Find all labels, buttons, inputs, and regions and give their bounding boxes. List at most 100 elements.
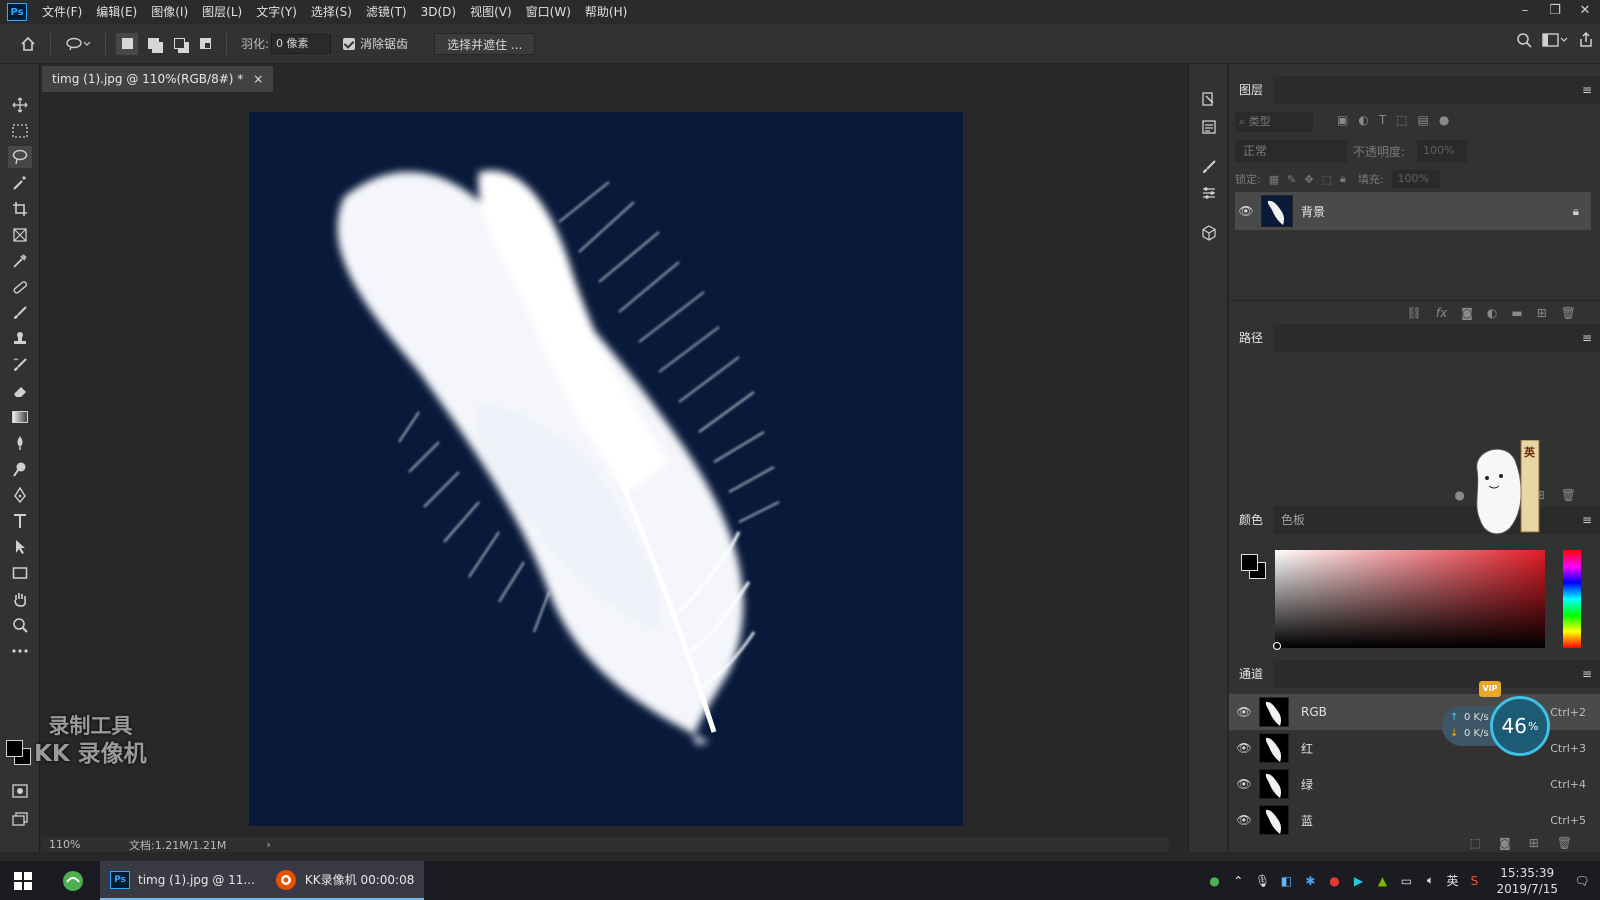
pen-tool-icon[interactable] [8,484,32,506]
tab-channels[interactable]: 通道 [1229,660,1274,688]
lasso-tool-icon[interactable] [8,146,32,168]
subtract-from-selection-button[interactable] [168,33,190,55]
brush-tool-icon[interactable] [8,302,32,324]
screen-mode-icon[interactable] [8,808,32,830]
hue-slider[interactable] [1563,550,1581,648]
foreground-color-swatch[interactable] [6,740,23,757]
visibility-eye-icon[interactable]: 👁︎ [1229,777,1259,791]
tray-volume-icon[interactable]: 🔈︎ [1422,873,1438,889]
tray-app-icon[interactable]: ● [1206,873,1222,889]
lock-all-icon[interactable]: 🔒︎ [1340,172,1346,186]
hand-tool-icon[interactable] [8,588,32,610]
channel-row[interactable]: 👁︎ 绿 Ctrl+4 [1229,766,1600,802]
close-button[interactable]: ✕ [1570,0,1600,24]
menu-item-7[interactable]: 3D(D) [414,0,463,24]
mascot-widget[interactable]: 英 [1465,439,1545,540]
menu-item-5[interactable]: 选择(S) [304,0,359,24]
tab-swatches[interactable]: 色板 [1271,506,1315,534]
fill-input[interactable]: 100% [1391,170,1440,188]
load-channel-selection-icon[interactable]: ⬚ [1470,836,1481,850]
move-tool-icon[interactable] [8,94,32,116]
color-picker-field[interactable] [1275,550,1545,648]
layer-style-icon[interactable]: fx [1436,306,1447,320]
add-mask-icon[interactable]: ◙ [1461,306,1473,320]
eyedropper-tool-icon[interactable] [8,250,32,272]
new-group-icon[interactable]: ▬ [1511,306,1522,320]
shape-filter-icon[interactable]: ⬚ [1396,113,1407,127]
tray-microphone-icon[interactable]: 🎙︎ [1254,873,1270,889]
channel-row[interactable]: 👁︎ 蓝 Ctrl+5 [1229,802,1600,838]
taskbar-360-icon[interactable] [46,861,100,900]
menu-item-3[interactable]: 图层(L) [195,0,249,24]
minimize-button[interactable]: – [1510,0,1540,24]
menu-item-4[interactable]: 文字(Y) [249,0,304,24]
lock-transparency-icon[interactable]: ▦ [1269,173,1279,186]
tab-paths[interactable]: 路径 [1229,324,1274,352]
menu-item-8[interactable]: 视图(V) [463,0,519,24]
network-speed-widget[interactable]: ↑ 0 K/s ↓ 0 K/s 46% [1442,696,1552,756]
antialias-checkbox[interactable] [343,37,356,50]
layer-row[interactable]: 👁︎ 背景 🔒︎ [1235,192,1591,230]
delete-channel-icon[interactable]: 🗑︎ [1557,836,1572,850]
filter-toggle-icon[interactable]: ● [1439,113,1449,127]
status-menu-arrow[interactable]: › [266,838,270,851]
tray-security-icon[interactable]: ● [1326,873,1342,889]
rectangle-tool-icon[interactable] [8,562,32,584]
menu-item-1[interactable]: 编辑(E) [89,0,144,24]
dodge-tool-icon[interactable] [8,458,32,480]
new-layer-icon[interactable]: ⊞ [1537,306,1547,320]
blend-mode-select[interactable]: 正常 [1235,140,1347,162]
zoom-tool-icon[interactable] [8,614,32,636]
type-tool-icon[interactable] [8,510,32,532]
color-panel-foreground-swatch[interactable] [1241,554,1258,571]
smart-object-filter-icon[interactable]: ▤ [1418,113,1429,127]
frame-tool-icon[interactable] [8,224,32,246]
memory-usage-ring[interactable]: 46% [1490,696,1550,756]
menu-item-9[interactable]: 窗口(W) [519,0,578,24]
foreground-background-colors[interactable] [6,740,34,768]
fill-path-icon[interactable]: ● [1454,488,1464,502]
quick-mask-icon[interactable] [8,780,32,802]
search-icon[interactable] [1516,32,1532,51]
adjustment-filter-icon[interactable]: ◐ [1358,113,1368,127]
add-to-selection-button[interactable] [142,33,164,55]
blur-tool-icon[interactable] [8,432,32,454]
visibility-eye-icon[interactable]: 👁︎ [1229,741,1259,755]
delete-layer-icon[interactable]: 🗑︎ [1561,306,1576,320]
paths-panel-menu-icon[interactable]: ≡ [1582,331,1592,345]
type-filter-icon[interactable]: T [1379,113,1386,127]
taskbar-recorder-window[interactable]: KK录像机 00:00:08 [264,861,425,900]
zoom-level[interactable]: 110% [49,838,109,851]
color-panel-menu-icon[interactable]: ≡ [1582,513,1592,527]
channels-panel-menu-icon[interactable]: ≡ [1582,667,1592,681]
eraser-tool-icon[interactable] [8,380,32,402]
history-brush-tool-icon[interactable] [8,354,32,376]
gradient-tool-icon[interactable] [8,406,32,428]
new-selection-button[interactable] [116,32,138,55]
tray-chevron-up-icon[interactable]: ⌃ [1230,873,1246,889]
adjustments-icon[interactable] [1197,182,1221,204]
layer-filter-input[interactable]: ⌕ 类型 [1235,112,1313,132]
ime-indicator[interactable]: 英 [1446,872,1458,889]
menu-item-0[interactable]: 文件(F) [35,0,89,24]
link-layers-icon[interactable]: ⛓︎ [1407,306,1422,320]
tray-player-icon[interactable]: ▶ [1350,873,1366,889]
select-and-mask-button[interactable]: 选择并遮住 ... [434,32,536,55]
crop-tool-icon[interactable] [8,198,32,220]
visibility-eye-icon[interactable]: 👁︎ [1235,204,1257,218]
color-picker-cursor[interactable] [1273,642,1281,650]
restore-button[interactable]: ❐ [1540,0,1570,24]
tray-bluetooth-icon[interactable]: ✱ [1302,873,1318,889]
notification-center-icon[interactable]: 🗨︎ [1574,873,1590,889]
windows-start-icon[interactable] [0,861,46,900]
lock-artboard-icon[interactable]: ⬚ [1322,173,1332,186]
tray-network-share-icon[interactable]: ◧ [1278,873,1294,889]
new-channel-icon[interactable]: ⊞ [1529,836,1539,850]
lock-position-icon[interactable]: ✥ [1304,173,1313,186]
path-selection-tool-icon[interactable] [8,536,32,558]
healing-brush-tool-icon[interactable] [8,276,32,298]
feather-input[interactable]: 0 像素 [271,33,332,54]
layer-name[interactable]: 背景 [1301,203,1573,220]
more-tools-icon[interactable] [8,640,32,662]
marquee-tool-icon[interactable] [8,120,32,142]
